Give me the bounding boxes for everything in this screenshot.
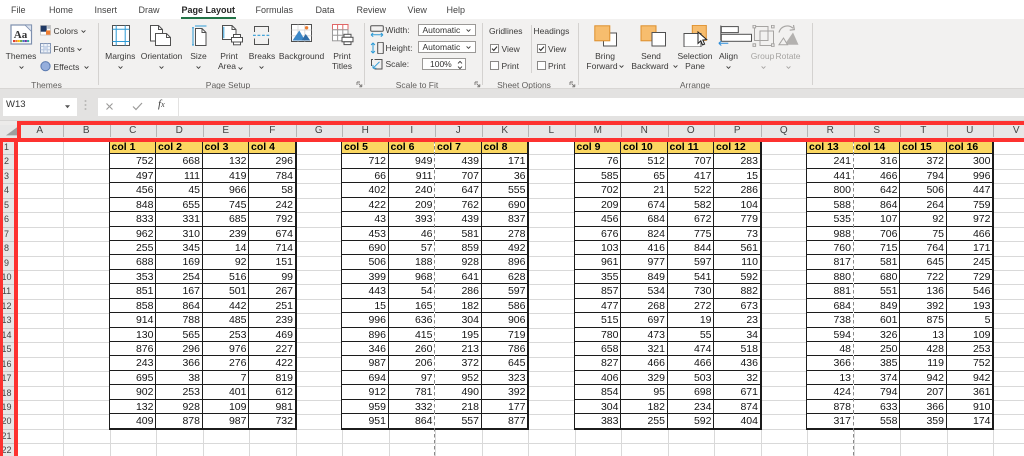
svg-text:Aa: Aa: [13, 29, 27, 41]
